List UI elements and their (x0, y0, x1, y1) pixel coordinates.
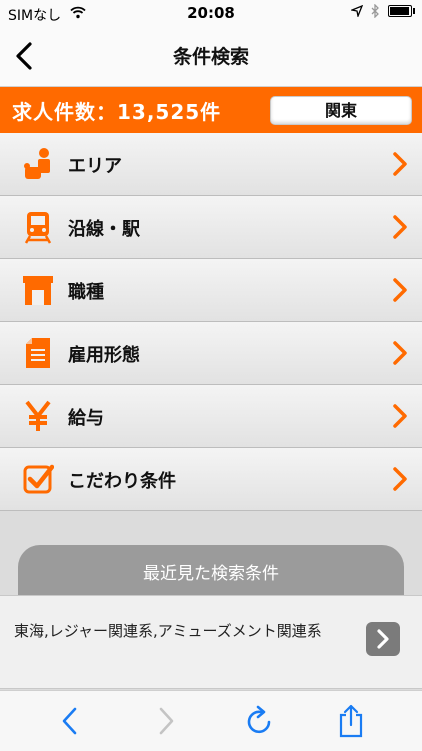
menu-item-label: エリア (68, 156, 122, 177)
chevron-right-icon (393, 152, 407, 176)
menu-item-job-type[interactable]: 職種 (0, 259, 422, 322)
menu-item-area[interactable]: エリア (0, 133, 422, 196)
recent-search-item[interactable]: 東海,レジャー関連系,アミューズメント関連系 (0, 595, 422, 689)
job-count-banner: 求人件数：13,525件 関東 (0, 87, 422, 133)
chevron-right-icon (393, 467, 407, 491)
region-button[interactable]: 関東 (270, 96, 412, 125)
battery-icon (388, 5, 415, 17)
back-arrow-icon[interactable] (54, 703, 88, 739)
forward-arrow-icon[interactable] (148, 703, 182, 739)
menu-item-label: 職種 (68, 282, 104, 303)
recent-search-text: 東海,レジャー関連系,アミューズメント関連系 (14, 622, 322, 640)
area-person-icon (24, 148, 50, 179)
bluetooth-icon (371, 4, 379, 18)
menu-item-line-station[interactable]: 沿線・駅 (0, 196, 422, 259)
building-icon (23, 276, 53, 305)
chevron-right-icon (393, 278, 407, 302)
browser-toolbar (0, 690, 422, 751)
recent-searches-title: 最近見た検索条件 (143, 564, 279, 584)
search-condition-list: エリア 沿線・駅 職種 雇用形態 給与 こだわり条件 (0, 133, 422, 511)
navigation-bar: 条件検索 (0, 26, 422, 87)
recent-searches-header: 最近見た検索条件 (18, 545, 404, 597)
document-icon (26, 338, 50, 368)
menu-item-label: 給与 (68, 408, 104, 429)
menu-item-employment-type[interactable]: 雇用形態 (0, 322, 422, 385)
train-icon (24, 212, 52, 244)
status-bar: SIMなし 20:08 (0, 0, 422, 26)
checkbox-icon (23, 464, 54, 494)
menu-item-salary[interactable]: 給与 (0, 385, 422, 448)
location-arrow-icon (351, 5, 363, 17)
yen-icon (25, 400, 51, 431)
chevron-right-button-icon[interactable] (366, 622, 400, 656)
chevron-right-icon (393, 341, 407, 365)
share-icon[interactable] (334, 703, 368, 739)
menu-item-special-conditions[interactable]: こだわり条件 (0, 448, 422, 511)
chevron-right-icon (393, 404, 407, 428)
reload-icon[interactable] (242, 703, 276, 739)
menu-item-label: 雇用形態 (68, 345, 140, 366)
chevron-right-icon (393, 215, 407, 239)
job-count: 求人件数：13,525件 (12, 100, 222, 124)
page-title: 条件検索 (172, 46, 249, 68)
menu-item-label: こだわり条件 (68, 471, 176, 492)
menu-item-label: 沿線・駅 (68, 219, 140, 240)
